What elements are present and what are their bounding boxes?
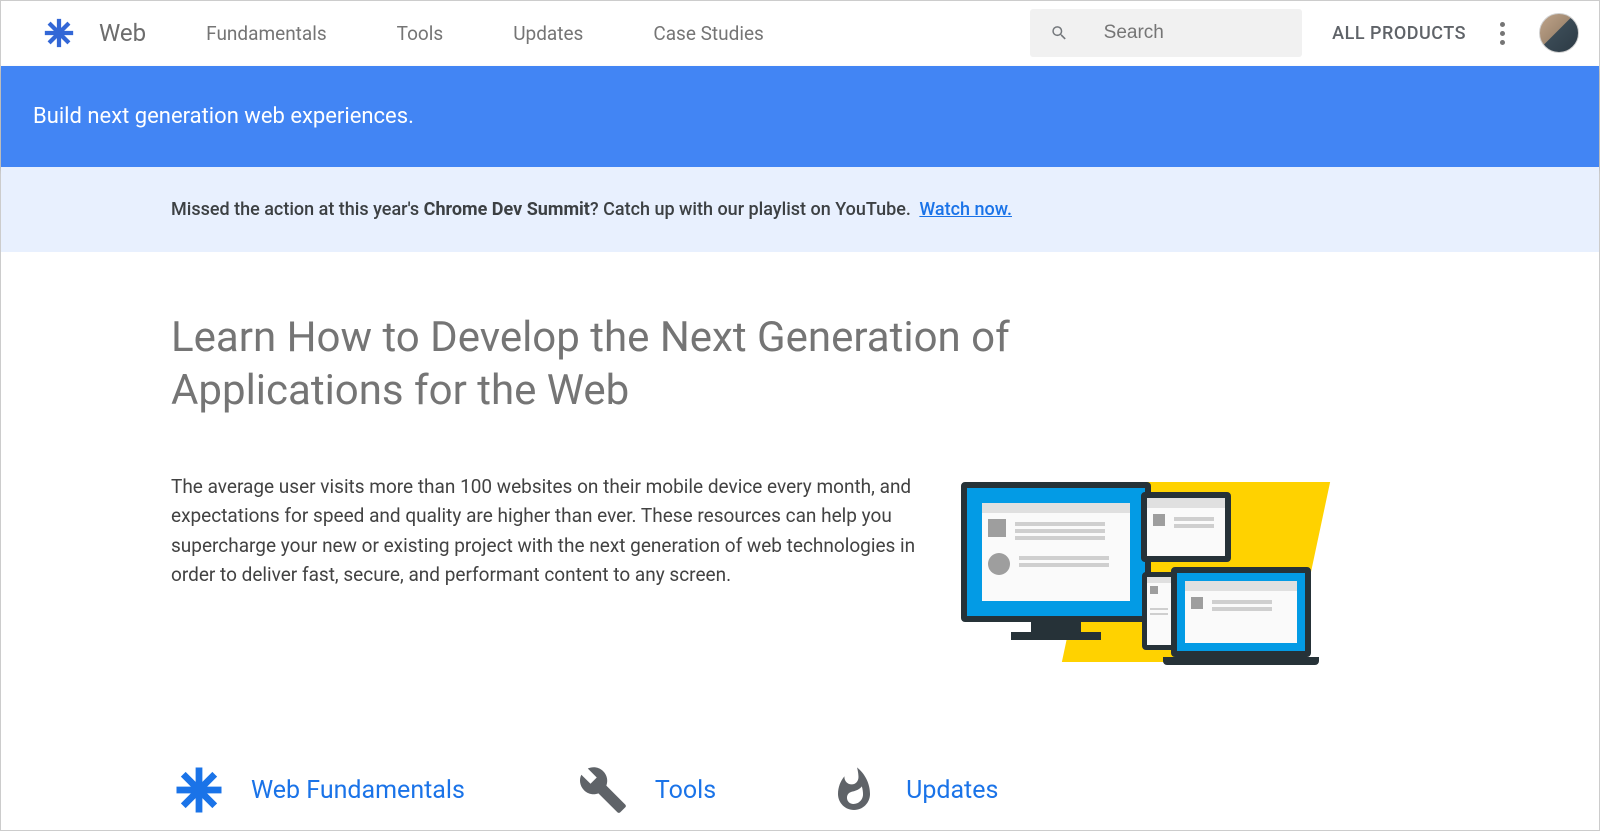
page-title: Learn How to Develop the Next Generation… xyxy=(171,312,1131,417)
nav-tools[interactable]: Tools xyxy=(397,22,444,45)
wrench-icon xyxy=(575,762,631,818)
search-box[interactable] xyxy=(1030,9,1302,57)
card-web-fundamentals[interactable]: Web Fundamentals xyxy=(171,762,465,818)
announce-bold: Chrome Dev Summit xyxy=(424,199,590,220)
search-input[interactable] xyxy=(1104,22,1283,44)
top-header: Web Fundamentals Tools Updates Case Stud… xyxy=(1,1,1599,66)
avatar[interactable] xyxy=(1539,13,1579,53)
card-tools[interactable]: Tools xyxy=(575,762,716,818)
nav-updates[interactable]: Updates xyxy=(513,22,583,45)
intro-paragraph: The average user visits more than 100 we… xyxy=(171,472,931,672)
nav-fundamentals[interactable]: Fundamentals xyxy=(206,22,327,45)
logo-icon[interactable] xyxy=(41,15,77,51)
announce-prefix: Missed the action at this year's xyxy=(171,199,424,220)
blue-banner-text: Build next generation web experiences. xyxy=(33,104,414,129)
blue-banner: Build next generation web experiences. xyxy=(1,66,1599,167)
flame-icon xyxy=(826,762,882,818)
nav-case-studies[interactable]: Case Studies xyxy=(653,22,763,45)
primary-nav: Fundamentals Tools Updates Case Studies xyxy=(206,22,764,45)
feature-cards: Web Fundamentals Tools Updates xyxy=(171,762,1429,818)
announce-suffix: ? Catch up with our playlist on YouTube. xyxy=(590,199,915,220)
search-icon xyxy=(1050,21,1068,45)
card-label: Tools xyxy=(655,776,716,805)
brand-title[interactable]: Web xyxy=(99,19,146,47)
card-label: Web Fundamentals xyxy=(251,776,465,805)
announcement-strip: Missed the action at this year's Chrome … xyxy=(1,167,1599,252)
announce-link[interactable]: Watch now. xyxy=(919,199,1012,220)
main-content: Learn How to Develop the Next Generation… xyxy=(1,252,1599,818)
overflow-menu-icon[interactable] xyxy=(1490,12,1515,55)
card-updates[interactable]: Updates xyxy=(826,762,998,818)
fundamentals-icon xyxy=(171,762,227,818)
all-products-link[interactable]: ALL PRODUCTS xyxy=(1332,23,1466,44)
devices-illustration xyxy=(961,472,1311,672)
card-label: Updates xyxy=(906,776,998,805)
